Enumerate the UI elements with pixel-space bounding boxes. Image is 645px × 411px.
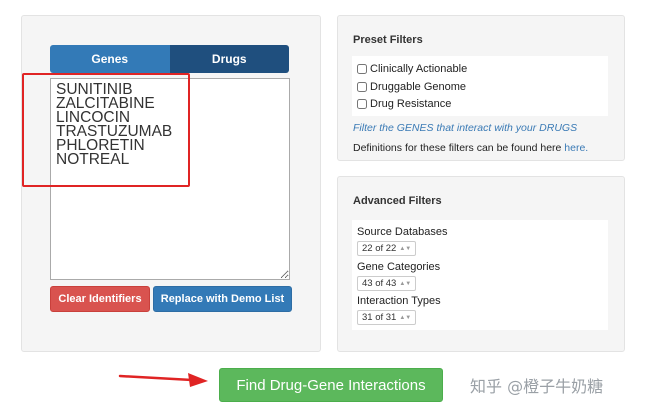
gene-categories-select[interactable]: 43 of 43 ▲▼ <box>357 276 417 291</box>
annotation-arrow-icon <box>118 373 208 387</box>
preset-filters-title: Preset Filters <box>353 34 423 46</box>
definitions-text: Definitions for these filters can be fou… <box>353 142 588 154</box>
source-databases-select[interactable]: 22 of 22 ▲▼ <box>357 241 417 256</box>
definitions-link[interactable]: here. <box>564 142 588 154</box>
source-databases-label: Source Databases <box>357 226 448 238</box>
definitions-prefix: Definitions for these filters can be fou… <box>353 142 565 154</box>
drug-resistance-checkbox[interactable] <box>357 99 367 109</box>
gene-categories-value: 43 of 43 <box>362 278 397 289</box>
filter-clinically-actionable[interactable]: Clinically Actionable <box>357 63 467 75</box>
search-mode-tabs: Genes Drugs <box>50 45 289 73</box>
druggable-genome-label: Druggable Genome <box>370 81 467 93</box>
select-arrows-icon: ▲▼ <box>399 245 412 252</box>
select-arrows-icon: ▲▼ <box>399 314 412 321</box>
tab-drugs[interactable]: Drugs <box>169 45 289 73</box>
gene-categories-label: Gene Categories <box>357 261 441 273</box>
clinically-actionable-label: Clinically Actionable <box>370 63 468 75</box>
clear-identifiers-button[interactable]: Clear Identifiers <box>50 286 150 312</box>
advanced-filters-title: Advanced Filters <box>353 195 442 207</box>
filter-druggable-genome[interactable]: Druggable Genome <box>357 81 466 93</box>
replace-demo-list-button[interactable]: Replace with Demo List <box>153 286 292 312</box>
select-arrows-icon: ▲▼ <box>399 280 412 287</box>
filter-drug-resistance[interactable]: Drug Resistance <box>357 98 451 110</box>
filter-hint-text: Filter the GENES that interact with your… <box>353 122 578 134</box>
source-databases-value: 22 of 22 <box>362 243 397 254</box>
interaction-types-label: Interaction Types <box>357 295 441 307</box>
druggable-genome-checkbox[interactable] <box>357 82 367 92</box>
tab-genes[interactable]: Genes <box>50 45 170 73</box>
identifiers-textarea[interactable] <box>50 78 290 280</box>
find-interactions-button[interactable]: Find Drug-Gene Interactions <box>219 368 443 402</box>
interaction-types-value: 31 of 31 <box>362 312 397 323</box>
clinically-actionable-checkbox[interactable] <box>357 64 367 74</box>
interaction-types-select[interactable]: 31 of 31 ▲▼ <box>357 310 417 325</box>
watermark-text: 知乎 @橙子牛奶糖 <box>470 377 604 396</box>
drug-resistance-label: Drug Resistance <box>370 98 452 110</box>
